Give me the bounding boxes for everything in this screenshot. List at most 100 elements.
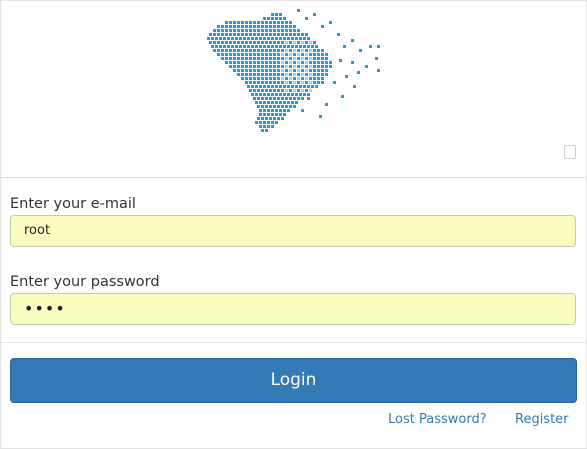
logo-dot <box>273 65 276 68</box>
logo-dot <box>279 85 282 88</box>
logo-dot <box>307 93 310 96</box>
logo-dot <box>259 113 262 116</box>
register-link[interactable]: Register <box>515 412 569 427</box>
logo-dot <box>249 53 252 56</box>
logo-dot <box>259 121 262 124</box>
logo-dot <box>309 61 312 64</box>
logo-dot <box>229 41 232 44</box>
logo-dot <box>217 41 220 44</box>
logo-dot <box>305 33 308 36</box>
logo-dot <box>261 73 264 76</box>
logo-dot <box>293 57 296 60</box>
logo-dot <box>287 109 290 112</box>
logo-dot <box>229 49 232 52</box>
logo-dot <box>293 61 296 64</box>
logo-dot <box>265 33 268 36</box>
logo-dot <box>341 95 344 98</box>
logo-dot <box>281 21 284 24</box>
logo-dot <box>297 61 300 64</box>
logo-dot <box>301 89 304 92</box>
logo-dot <box>313 73 316 76</box>
logo-dot <box>269 73 272 76</box>
logo-dot <box>257 57 260 60</box>
divider <box>1 342 586 343</box>
logo-dot <box>305 61 308 64</box>
logo-dot <box>297 49 300 52</box>
logo-dot <box>329 61 332 64</box>
logo-dot <box>271 125 274 128</box>
logo-dot <box>249 49 252 52</box>
logo-dot <box>317 57 320 60</box>
logo-dot <box>285 25 288 28</box>
logo-dot <box>279 13 282 16</box>
logo-dot <box>317 69 320 72</box>
logo-dot <box>215 45 218 48</box>
logo-dot <box>297 57 300 60</box>
logo-dot <box>297 41 300 44</box>
logo-dot <box>317 61 320 64</box>
login-button[interactable]: Login <box>10 358 577 403</box>
logo-dot <box>273 53 276 56</box>
logo-dot <box>273 105 276 108</box>
logo-dot <box>267 45 270 48</box>
logo-dot <box>265 81 268 84</box>
logo-dot <box>237 41 240 44</box>
logo-dot <box>297 77 300 80</box>
logo-dot <box>241 25 244 28</box>
logo-dot <box>325 61 328 64</box>
logo-dot <box>287 93 290 96</box>
logo-dot <box>289 29 292 32</box>
logo-dot <box>241 69 244 72</box>
logo-dot <box>313 69 316 72</box>
logo-dot <box>275 121 278 124</box>
logo-dot <box>285 69 288 72</box>
logo-dot <box>305 73 308 76</box>
lost-password-link[interactable]: Lost Password? <box>388 412 487 427</box>
logo-dot <box>375 57 378 60</box>
logo-area <box>1 1 586 178</box>
logo-dot <box>291 85 294 88</box>
logo-dot <box>267 93 270 96</box>
logo-dot <box>253 57 256 60</box>
logo-dot <box>253 81 256 84</box>
logo-dot <box>281 89 284 92</box>
logo-dot <box>257 65 260 68</box>
corner-checkbox[interactable] <box>564 145 576 159</box>
password-field[interactable]: •••• <box>10 293 576 325</box>
logo-dot <box>221 57 224 60</box>
logo-dot <box>237 53 240 56</box>
logo-dot <box>263 93 266 96</box>
logo-dot <box>293 25 296 28</box>
logo-dot <box>253 69 256 72</box>
logo-dot <box>307 85 310 88</box>
logo-dot <box>265 49 268 52</box>
logo-dot <box>285 77 288 80</box>
logo-dot <box>273 117 276 120</box>
email-field[interactable]: root <box>10 215 576 247</box>
logo-dot <box>263 17 266 20</box>
logo-dot <box>233 61 236 64</box>
logo-dot <box>241 73 244 76</box>
logo-dot <box>253 61 256 64</box>
logo-dot <box>259 109 262 112</box>
logo-dot <box>253 73 256 76</box>
logo-dot <box>245 21 248 24</box>
logo-dot <box>301 61 304 64</box>
logo-dot <box>263 121 266 124</box>
logo-dot <box>245 25 248 28</box>
logo-dot <box>325 69 328 72</box>
logo-dot <box>271 113 274 116</box>
logo-dot <box>241 21 244 24</box>
logo-dot <box>261 65 264 68</box>
logo-dot <box>273 89 276 92</box>
logo-dot <box>255 101 258 104</box>
password-label: Enter your password <box>10 274 160 290</box>
logo-dot <box>265 29 268 32</box>
logo-dot <box>293 69 296 72</box>
logo-dot <box>269 65 272 68</box>
logo-dot <box>293 97 296 100</box>
logo-dot <box>265 77 268 80</box>
logo-dot <box>257 89 260 92</box>
logo-dot <box>285 41 288 44</box>
logo-dot <box>299 85 302 88</box>
